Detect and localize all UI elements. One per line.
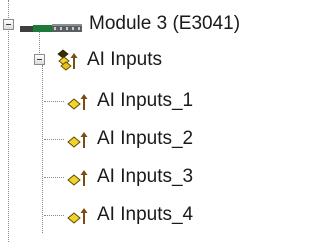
analog-input-icon bbox=[66, 204, 90, 226]
tree-node-ai-input[interactable]: AI Inputs_3 bbox=[66, 164, 194, 190]
module-label: Module 3 (E3041) bbox=[89, 13, 241, 34]
group-label: AI Inputs bbox=[87, 49, 162, 70]
collapse-toggle-module[interactable] bbox=[3, 19, 14, 30]
tree-node-ai-input[interactable]: AI Inputs_1 bbox=[66, 88, 194, 114]
analog-input-icon bbox=[66, 166, 90, 188]
tree-line-group bbox=[42, 65, 43, 233]
tree-line-root bbox=[8, 0, 9, 242]
tree-line-h1 bbox=[44, 101, 64, 102]
analog-input-icon bbox=[66, 90, 90, 112]
tree-line-h2 bbox=[44, 139, 64, 140]
analog-input-icon bbox=[66, 128, 90, 150]
ai-input-label: AI Inputs_2 bbox=[97, 128, 194, 149]
tree-node-module[interactable]: Module 3 (E3041) bbox=[20, 11, 241, 37]
ai-input-label: AI Inputs_1 bbox=[97, 90, 194, 111]
tree-node-ai-input[interactable]: AI Inputs_2 bbox=[66, 126, 194, 152]
tree-node-ai-inputs[interactable]: AI Inputs bbox=[56, 47, 163, 73]
tree-node-ai-input[interactable]: AI Inputs_4 bbox=[66, 202, 194, 228]
tree-line-h4 bbox=[44, 215, 64, 216]
hardware-module-icon bbox=[20, 14, 82, 34]
project-tree: Module 3 (E3041) AI Inputs AI Inputs_1 A… bbox=[0, 0, 295, 242]
io-group-icon bbox=[56, 49, 80, 71]
tree-line-h3 bbox=[44, 177, 64, 178]
ai-input-label: AI Inputs_3 bbox=[97, 166, 194, 187]
collapse-toggle-group[interactable] bbox=[34, 54, 45, 65]
ai-input-label: AI Inputs_4 bbox=[97, 204, 194, 225]
